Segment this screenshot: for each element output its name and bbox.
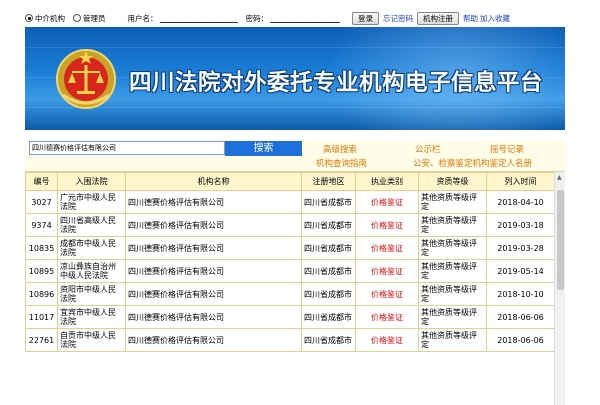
- username-label: 用户名：: [127, 13, 158, 23]
- header-name: 机构名称: [125, 172, 302, 191]
- cell-name[interactable]: 四川德赛价格评估有限公司: [125, 259, 302, 283]
- cell-name[interactable]: 四川德赛价格评估有限公司: [125, 305, 302, 329]
- cell-court: 资阳市中级人民法院: [57, 282, 126, 306]
- scroll-up-icon[interactable]: ▲: [557, 174, 562, 181]
- cell-category: 价格鉴证: [355, 259, 419, 283]
- cell-level: 其他资质等级评定: [418, 328, 487, 352]
- table-header-row: 编号 入围法院 机构名称 注册地区 执业类别 资质等级 列入时间: [25, 172, 555, 191]
- cell-date: 2018-04-10: [486, 190, 555, 214]
- table-row[interactable]: 11017 宜宾市中级人民法院 四川德赛价格评估有限公司 四川省成都市 价格鉴证…: [25, 305, 555, 329]
- results-table-wrap: 编号 入围法院 机构名称 注册地区 执业类别 资质等级 列入时间 3027 广元…: [25, 171, 565, 405]
- header-category: 执业类别: [355, 172, 419, 191]
- header-region: 注册地区: [301, 172, 356, 191]
- login-button[interactable]: 登录: [352, 11, 379, 25]
- cell-category: 价格鉴证: [355, 328, 419, 352]
- cell-id: 3027: [25, 190, 58, 214]
- bulletin-link[interactable]: 公示栏: [415, 143, 441, 155]
- cell-region: 四川省成都市: [301, 190, 356, 214]
- cell-date: 2018-06-06: [486, 328, 555, 352]
- radio-agency-dot[interactable]: [25, 14, 33, 22]
- cell-name[interactable]: 四川德赛价格评估有限公司: [125, 328, 302, 352]
- advanced-search-link[interactable]: 高级搜索: [323, 143, 357, 155]
- username-input[interactable]: [159, 13, 238, 23]
- cell-region: 四川省成都市: [301, 328, 356, 352]
- table-row[interactable]: 22761 自贡市中级人民法院 四川德赛价格评估有限公司 四川省成都市 价格鉴证…: [25, 328, 555, 352]
- radio-agency-label: 中介机构: [35, 13, 65, 23]
- cell-category: 价格鉴证: [355, 305, 419, 329]
- header-id: 编号: [25, 172, 58, 191]
- cell-level: 其他资质等级评定: [418, 282, 487, 306]
- cell-date: 2019-05-14: [486, 259, 555, 283]
- help-link[interactable]: 帮助: [463, 13, 478, 24]
- cell-category: 价格鉴证: [355, 213, 419, 237]
- cell-id: 10835: [25, 236, 58, 260]
- search-button[interactable]: 搜索: [225, 141, 302, 156]
- cell-region: 四川省成都市: [301, 305, 356, 329]
- court-emblem-icon: [56, 49, 116, 109]
- search-input[interactable]: [29, 141, 225, 155]
- cell-region: 四川省成都市: [301, 236, 356, 260]
- cell-court: 宜宾市中级人民法院: [57, 305, 126, 329]
- cell-date: 2019-03-28: [486, 236, 555, 260]
- cell-category: 价格鉴证: [355, 190, 419, 214]
- add-favorite-link[interactable]: 加入收藏: [480, 13, 510, 24]
- radio-admin-label: 管理员: [83, 13, 106, 23]
- cell-region: 四川省成都市: [301, 282, 356, 306]
- cell-date: 2018-10-10: [486, 282, 555, 306]
- banner: 四川法院对外委托专业机构电子信息平台: [25, 27, 565, 130]
- header-level: 资质等级: [418, 172, 487, 191]
- radio-admin-dot[interactable]: [73, 14, 81, 22]
- cell-level: 其他资质等级评定: [418, 213, 487, 237]
- cell-region: 四川省成都市: [301, 259, 356, 283]
- cell-region: 四川省成都市: [301, 213, 356, 237]
- scroll-thumb[interactable]: [557, 190, 564, 290]
- cell-court: 自贡市中级人民法院: [57, 328, 126, 352]
- cell-court: 广元市中级人民法院: [57, 190, 126, 214]
- cell-name[interactable]: 四川德赛价格评估有限公司: [125, 236, 302, 260]
- password-label: 密码：: [245, 13, 269, 23]
- cell-date: 2018-06-06: [486, 305, 555, 329]
- login-bar: 中介机构 管理员 用户名： 密码： 登录 忘记密码 机构注册 帮助 加入收藏: [25, 10, 565, 26]
- table-row[interactable]: 10895 凉山彝族自治州中级人民法院 四川德赛价格评估有限公司 四川省成都市 …: [25, 259, 555, 283]
- radio-agency[interactable]: 中介机构: [25, 13, 65, 24]
- cell-level: 其他资质等级评定: [418, 236, 487, 260]
- cell-level: 其他资质等级评定: [418, 190, 487, 214]
- cell-date: 2019-03-18: [486, 213, 555, 237]
- cell-id: 9374: [25, 213, 58, 237]
- cell-id: 11017: [25, 305, 58, 329]
- cell-category: 价格鉴证: [355, 236, 419, 260]
- guide-link[interactable]: 机构查询指南: [316, 157, 367, 169]
- cell-level: 其他资质等级评定: [418, 305, 487, 329]
- cell-id: 10896: [25, 282, 58, 306]
- table-row[interactable]: 3027 广元市中级人民法院 四川德赛价格评估有限公司 四川省成都市 价格鉴证 …: [25, 190, 555, 214]
- password-input[interactable]: [270, 13, 340, 23]
- cell-name[interactable]: 四川德赛价格评估有限公司: [125, 213, 302, 237]
- table-row[interactable]: 9374 四川省高级人民法院 四川德赛价格评估有限公司 四川省成都市 价格鉴证 …: [25, 213, 555, 237]
- cell-id: 22761: [25, 328, 58, 352]
- cell-court: 四川省高级人民法院: [57, 213, 126, 237]
- search-area: 搜索 高级搜索 公示栏 摇号记录 机构查询指南 公安、检察鉴定机构鉴定人名册: [25, 140, 565, 170]
- banner-title: 四川法院对外委托专业机构电子信息平台: [129, 70, 544, 96]
- public-security-link[interactable]: 公安、检察鉴定机构鉴定人名册: [413, 157, 532, 169]
- table-row[interactable]: 10896 资阳市中级人民法院 四川德赛价格评估有限公司 四川省成都市 价格鉴证…: [25, 282, 555, 306]
- header-court: 入围法院: [57, 172, 126, 191]
- cell-category: 价格鉴证: [355, 282, 419, 306]
- table-row[interactable]: 10835 成都市中级人民法院 四川德赛价格评估有限公司 四川省成都市 价格鉴证…: [25, 236, 555, 260]
- table-scrollbar[interactable]: ▲: [554, 172, 565, 405]
- cell-court: 成都市中级人民法院: [57, 236, 126, 260]
- cell-name[interactable]: 四川德赛价格评估有限公司: [125, 190, 302, 214]
- queue-record-link[interactable]: 摇号记录: [490, 143, 524, 155]
- cell-name[interactable]: 四川德赛价格评估有限公司: [125, 282, 302, 306]
- cell-id: 10895: [25, 259, 58, 283]
- register-button[interactable]: 机构注册: [417, 11, 459, 25]
- radio-admin[interactable]: 管理员: [73, 13, 106, 24]
- cell-level: 其他资质等级评定: [418, 259, 487, 283]
- header-date: 列入时间: [486, 172, 555, 191]
- forgot-password-link[interactable]: 忘记密码: [383, 13, 413, 24]
- results-table: 编号 入围法院 机构名称 注册地区 执业类别 资质等级 列入时间 3027 广元…: [25, 172, 555, 352]
- cell-court: 凉山彝族自治州中级人民法院: [57, 259, 126, 283]
